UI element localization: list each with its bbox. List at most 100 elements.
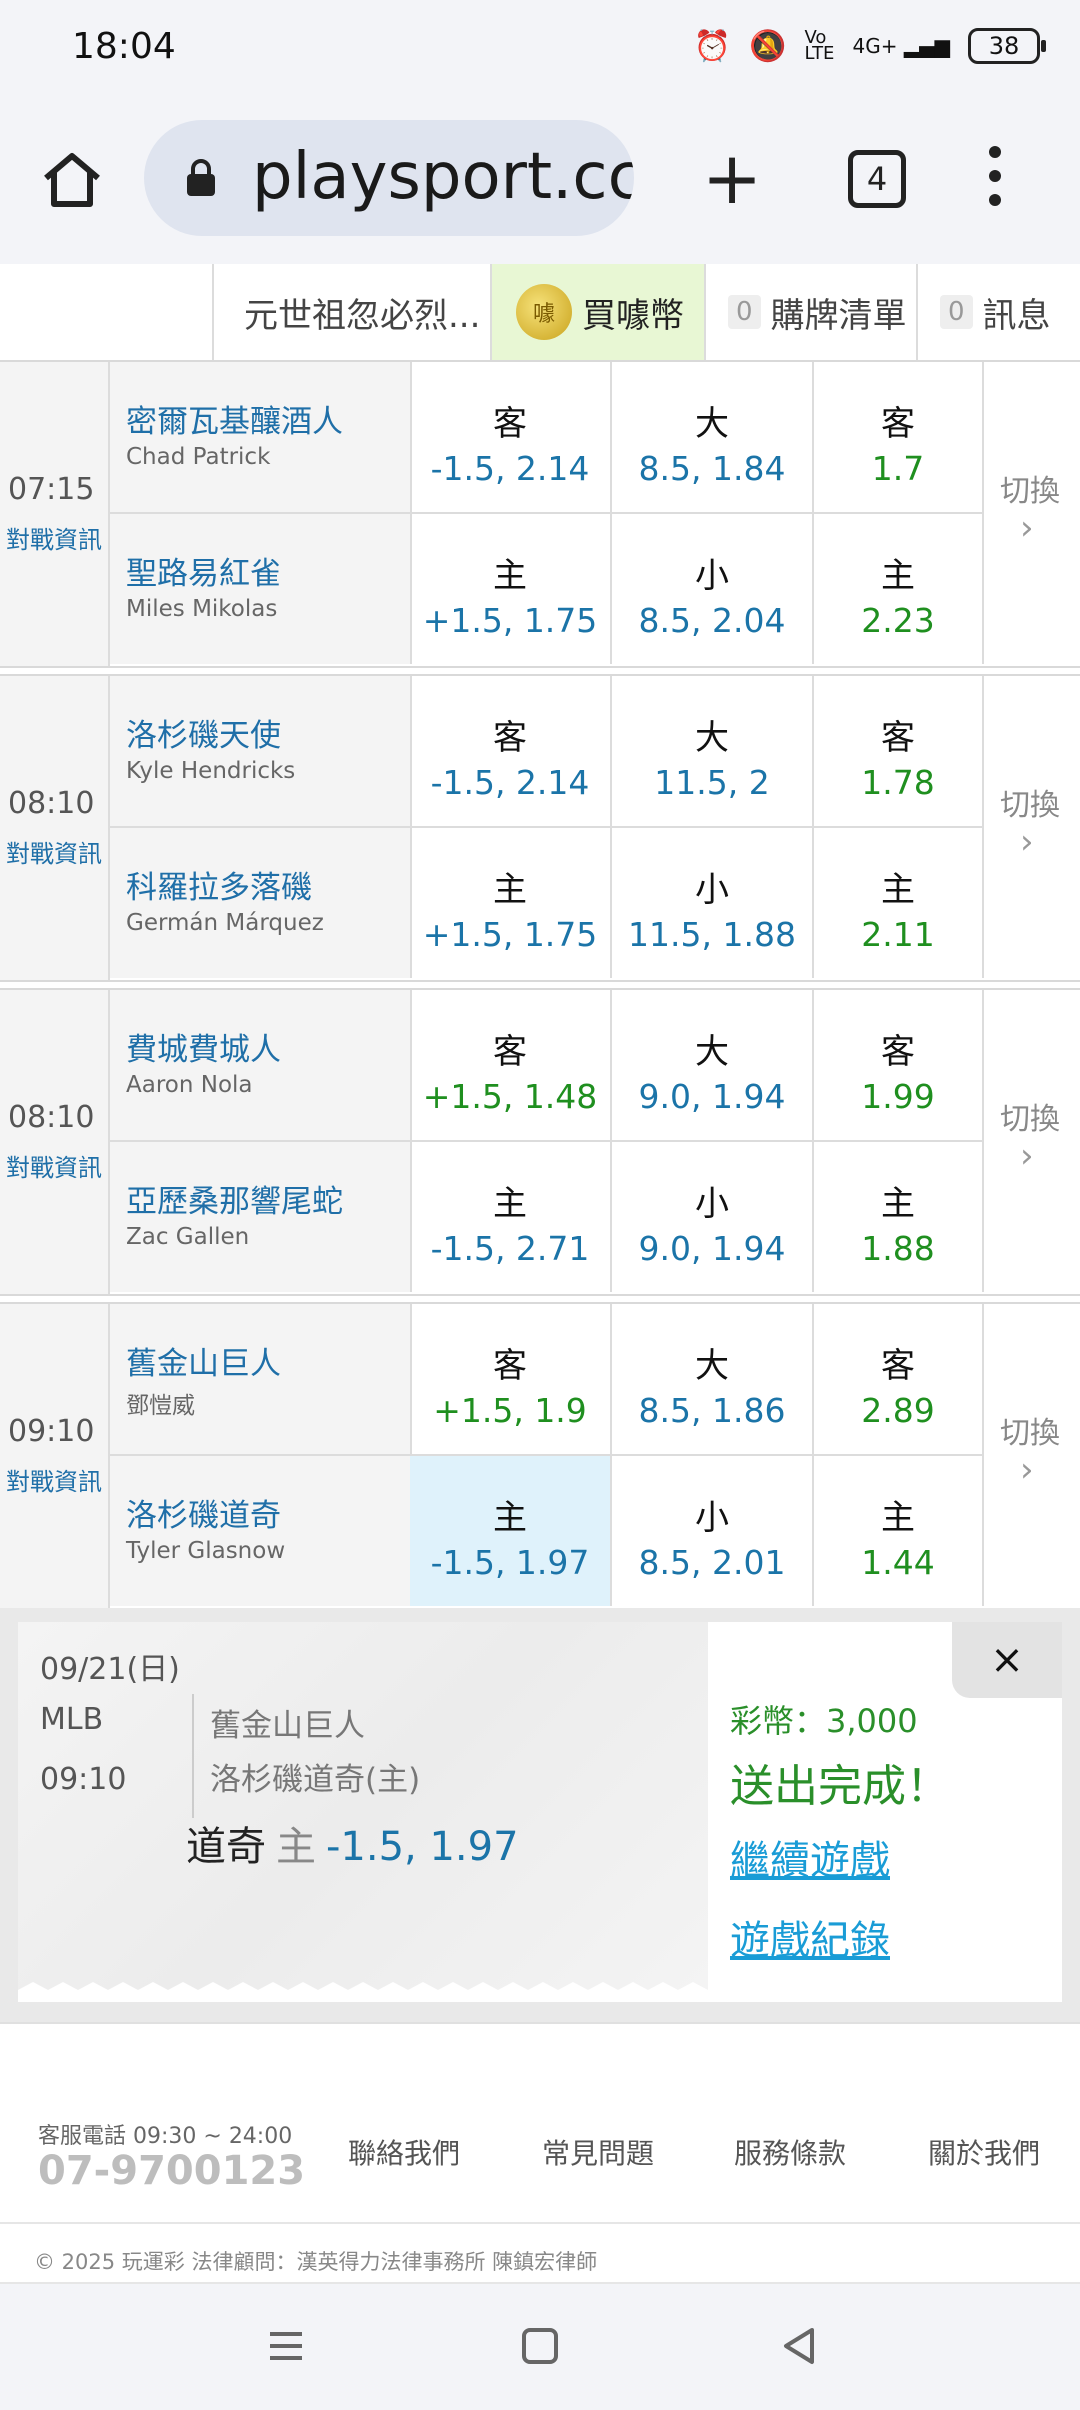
- back-triangle-icon[interactable]: [776, 2322, 824, 2370]
- game-time: 09:10: [40, 1762, 127, 1797]
- away-spread-cell[interactable]: 客 +1.5, 1.9: [410, 1304, 612, 1454]
- faq-link[interactable]: 常見問題: [542, 2132, 654, 2172]
- address-bar[interactable]: playsport.cc/: [144, 120, 634, 236]
- chevron-right-icon: ›: [1020, 1136, 1034, 1176]
- home-spread-cell[interactable]: 主 -1.5, 2.71: [410, 1142, 612, 1292]
- matchup-info-link[interactable]: 對戰資訊: [6, 520, 102, 555]
- over-cell[interactable]: 大 11.5, 2: [612, 676, 814, 826]
- coin-icon: 噱: [516, 284, 572, 340]
- switch-button[interactable]: 切換 ›: [984, 362, 1080, 666]
- team-name[interactable]: 洛杉磯天使: [126, 710, 281, 755]
- team-name[interactable]: 舊金山巨人: [126, 1338, 281, 1383]
- away-moneyline-cell[interactable]: 客 1.78: [814, 676, 984, 826]
- away-spread-cell[interactable]: 客 -1.5, 2.14: [410, 362, 612, 512]
- moneyline-label: 客: [881, 718, 915, 758]
- game-time-column: 07:15 對戰資訊: [0, 362, 110, 666]
- overflow-menu-icon[interactable]: [980, 146, 1010, 216]
- user-menu[interactable]: 元世祖忽必烈...: [212, 264, 490, 360]
- continue-game-link[interactable]: 繼續遊戲: [730, 1828, 890, 1886]
- spread-odds: +1.5, 1.75: [422, 915, 598, 954]
- team-name[interactable]: 科羅拉多落磯: [126, 862, 312, 907]
- home-moneyline-cell[interactable]: 主 2.23: [814, 514, 984, 664]
- moneyline-odds: 2.11: [861, 915, 935, 954]
- pitcher-name: Tyler Glasnow: [126, 1538, 286, 1564]
- buy-coin-button[interactable]: 噱 買噱幣: [490, 264, 704, 360]
- cart-label: 購牌清單: [770, 295, 907, 336]
- matchup-info-link[interactable]: 對戰資訊: [6, 1148, 102, 1183]
- spread-odds: -1.5, 1.97: [430, 1543, 590, 1582]
- pick-side: 主: [276, 1824, 316, 1870]
- team-name[interactable]: 洛杉磯道奇: [126, 1490, 281, 1535]
- signal-icon: 4G+ ▂▄▆: [852, 34, 950, 58]
- contact-us-link[interactable]: 聯絡我們: [348, 2132, 460, 2172]
- spread-odds: +1.5, 1.75: [422, 601, 598, 640]
- moneyline-odds: 2.89: [861, 1391, 935, 1430]
- home-icon[interactable]: [40, 148, 104, 212]
- spread-odds: -1.5, 2.14: [430, 449, 590, 488]
- spread-odds: +1.5, 1.9: [433, 1391, 587, 1430]
- recents-menu-icon[interactable]: [262, 2322, 310, 2370]
- under-cell[interactable]: 小 8.5, 2.01: [612, 1456, 814, 1606]
- home-square-icon[interactable]: [516, 2322, 564, 2370]
- team-name[interactable]: 亞歷桑那響尾蛇: [126, 1176, 343, 1221]
- total-label: 小: [695, 1498, 729, 1538]
- home-spread-cell[interactable]: 主 +1.5, 1.75: [410, 828, 612, 978]
- zigzag-edge: [18, 1982, 708, 2002]
- matchup-info-link[interactable]: 對戰資訊: [6, 834, 102, 869]
- home-spread-cell-selected[interactable]: 主 -1.5, 1.97: [410, 1456, 612, 1606]
- home-team: 聖路易紅雀 Miles Mikolas: [110, 514, 412, 664]
- tab-switcher-button[interactable]: 4: [848, 150, 906, 208]
- game-history-link[interactable]: 遊戲紀錄: [730, 1908, 890, 1966]
- over-cell[interactable]: 大 8.5, 1.86: [612, 1304, 814, 1454]
- away-moneyline-cell[interactable]: 客 2.89: [814, 1304, 984, 1454]
- moneyline-label: 主: [881, 1498, 915, 1538]
- messages-button[interactable]: 0 訊息: [916, 264, 1080, 360]
- under-cell[interactable]: 小 9.0, 1.94: [612, 1142, 814, 1292]
- away-moneyline-cell[interactable]: 客 1.7: [814, 362, 984, 512]
- home-moneyline-cell[interactable]: 主 2.11: [814, 828, 984, 978]
- total-odds: 8.5, 2.01: [638, 1543, 786, 1582]
- team-name[interactable]: 費城費城人: [126, 1024, 281, 1069]
- switch-label: 切換: [1000, 1102, 1060, 1137]
- mute-icon: 🔕: [749, 28, 787, 64]
- messages-label: 訊息: [982, 295, 1051, 336]
- switch-button[interactable]: 切換 ›: [984, 676, 1080, 980]
- away-moneyline-cell[interactable]: 客 1.99: [814, 990, 984, 1140]
- switch-label: 切換: [1000, 1416, 1060, 1451]
- switch-button[interactable]: 切換 ›: [984, 990, 1080, 1294]
- matchup-info-link[interactable]: 對戰資訊: [6, 1462, 102, 1497]
- spread-label: 主: [493, 870, 527, 910]
- team-name[interactable]: 密爾瓦基釀酒人: [126, 396, 343, 441]
- total-label: 小: [695, 870, 729, 910]
- switch-button[interactable]: 切換 ›: [984, 1304, 1080, 1608]
- terms-link[interactable]: 服務條款: [734, 2132, 846, 2172]
- spread-label: 客: [493, 1346, 527, 1386]
- moneyline-odds: 1.7: [871, 449, 925, 488]
- pitcher-name: Miles Mikolas: [126, 596, 278, 622]
- service-phone[interactable]: 07-9700123: [38, 2148, 305, 2194]
- total-odds: 8.5, 1.84: [638, 449, 786, 488]
- team-name[interactable]: 聖路易紅雀: [126, 548, 281, 593]
- about-us-link[interactable]: 關於我們: [928, 2132, 1040, 2172]
- over-cell[interactable]: 大 8.5, 1.84: [612, 362, 814, 512]
- game-time: 08:10: [8, 1100, 95, 1135]
- pitcher-name: 鄧愷威: [126, 1393, 195, 1419]
- home-moneyline-cell[interactable]: 主 1.44: [814, 1456, 984, 1606]
- spread-label: 主: [493, 556, 527, 596]
- new-tab-button[interactable]: +: [700, 142, 764, 214]
- away-spread-cell[interactable]: 客 -1.5, 2.14: [410, 676, 612, 826]
- cart-button[interactable]: 0 購牌清單: [704, 264, 916, 360]
- away-spread-cell[interactable]: 客 +1.5, 1.48: [410, 990, 612, 1140]
- chevron-right-icon: ›: [1020, 508, 1034, 548]
- close-icon[interactable]: ×: [952, 1622, 1062, 1698]
- over-cell[interactable]: 大 9.0, 1.94: [612, 990, 814, 1140]
- under-cell[interactable]: 小 8.5, 2.04: [612, 514, 814, 664]
- under-cell[interactable]: 小 11.5, 1.88: [612, 828, 814, 978]
- switch-label: 切換: [1000, 788, 1060, 823]
- home-team: 科羅拉多落磯 Germán Márquez: [110, 828, 412, 978]
- total-label: 小: [695, 556, 729, 596]
- message-count-badge: 0: [940, 295, 973, 329]
- home-spread-cell[interactable]: 主 +1.5, 1.75: [410, 514, 612, 664]
- home-moneyline-cell[interactable]: 主 1.88: [814, 1142, 984, 1292]
- away-team-name: 舊金山巨人: [210, 1708, 365, 1744]
